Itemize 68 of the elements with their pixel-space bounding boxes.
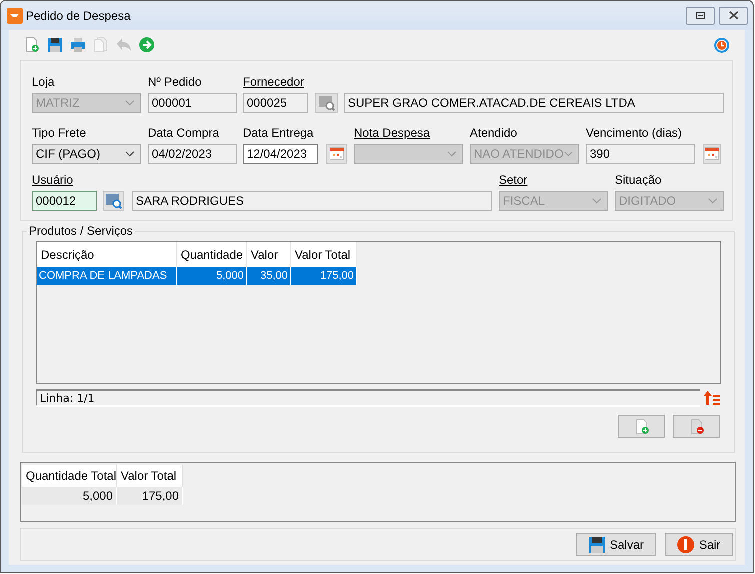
group-title: Produtos / Serviços xyxy=(27,224,136,238)
caret-icon xyxy=(447,151,457,157)
table-cell[interactable]: COMPRA DE LAMPADAS xyxy=(37,267,177,285)
field-label: Loja xyxy=(32,74,56,90)
table-cell[interactable]: 175,00 xyxy=(291,267,357,285)
table-cell[interactable]: 5,000 xyxy=(177,267,247,285)
page-minus-icon xyxy=(688,418,704,434)
field-label: Data Compra xyxy=(148,125,220,141)
caret-icon xyxy=(592,198,602,204)
field-label: Tipo Frete xyxy=(32,125,88,141)
app-icon xyxy=(7,8,23,24)
save-icon[interactable] xyxy=(47,37,63,53)
field-link-label[interactable]: Usuário xyxy=(32,172,492,188)
search-button[interactable] xyxy=(103,191,124,211)
column-header: Quantidade Total xyxy=(22,465,117,487)
calendar-icon xyxy=(330,147,344,161)
page-plus-icon xyxy=(634,418,650,434)
calendar-button[interactable] xyxy=(326,144,347,164)
input-field[interactable]: SARA RODRIGUES xyxy=(132,191,492,211)
save-icon xyxy=(588,536,606,554)
field-label: Vencimento (dias) xyxy=(586,125,684,141)
window-title: Pedido de Despesa xyxy=(26,8,131,24)
search-icon xyxy=(318,95,334,111)
print-icon[interactable] xyxy=(70,37,86,53)
column-header[interactable]: Valor xyxy=(247,242,291,267)
caret-icon xyxy=(564,151,573,157)
restore-button[interactable] xyxy=(686,6,715,24)
sort-icon[interactable] xyxy=(703,390,721,406)
input-field[interactable]: 04/02/2023 xyxy=(148,144,237,164)
field-label: Atendido xyxy=(470,125,518,141)
restore-icon xyxy=(696,12,705,19)
table-cell[interactable]: 35,00 xyxy=(247,267,291,285)
column-header[interactable]: Descrição xyxy=(37,242,177,267)
input-field[interactable]: 000001 xyxy=(148,93,237,113)
calendar-button[interactable] xyxy=(703,144,721,164)
calendar-icon xyxy=(705,147,719,161)
remove-item-button[interactable] xyxy=(673,415,720,438)
save-button[interactable]: Salvar xyxy=(576,533,656,556)
table-cell: 175,00 xyxy=(117,487,183,505)
input-field[interactable]: 12/04/2023 xyxy=(243,144,318,164)
field-link-label[interactable]: Fornecedor xyxy=(243,74,724,90)
column-header[interactable]: Quantidade xyxy=(177,242,247,267)
column-header: Valor Total xyxy=(117,465,183,487)
caret-icon xyxy=(125,151,135,157)
timer-icon[interactable] xyxy=(714,37,730,53)
input-field[interactable]: 000012 xyxy=(32,191,97,211)
arrow-right-icon[interactable] xyxy=(139,37,155,53)
input-field[interactable]: 000025 xyxy=(243,93,308,113)
page-plus-icon[interactable] xyxy=(24,37,40,53)
field-label: Data Entrega xyxy=(243,125,315,141)
field-link-label[interactable]: Nota Despesa xyxy=(354,125,463,141)
field-link-label[interactable]: Setor xyxy=(499,172,608,188)
column-header[interactable]: Valor Total xyxy=(291,242,357,267)
search-icon xyxy=(106,193,122,209)
exit-button[interactable]: Sair xyxy=(665,533,733,556)
input-field[interactable]: SUPER GRAO COMER.ATACAD.DE CEREAIS LTDA xyxy=(344,93,724,113)
field-label: Nº Pedido xyxy=(148,74,203,90)
row-position: Linha: 1/1 xyxy=(36,389,700,407)
dropdown[interactable]: CIF (PAGO) xyxy=(32,144,141,164)
caret-icon xyxy=(708,198,718,204)
close-icon xyxy=(728,11,738,20)
power-icon xyxy=(677,536,696,554)
input-field[interactable]: 390 xyxy=(586,144,695,164)
table-cell: 5,000 xyxy=(22,487,117,505)
caret-icon xyxy=(125,100,135,106)
close-button[interactable] xyxy=(719,6,748,24)
add-item-button[interactable] xyxy=(618,415,665,438)
field-label: Situação xyxy=(615,172,663,188)
